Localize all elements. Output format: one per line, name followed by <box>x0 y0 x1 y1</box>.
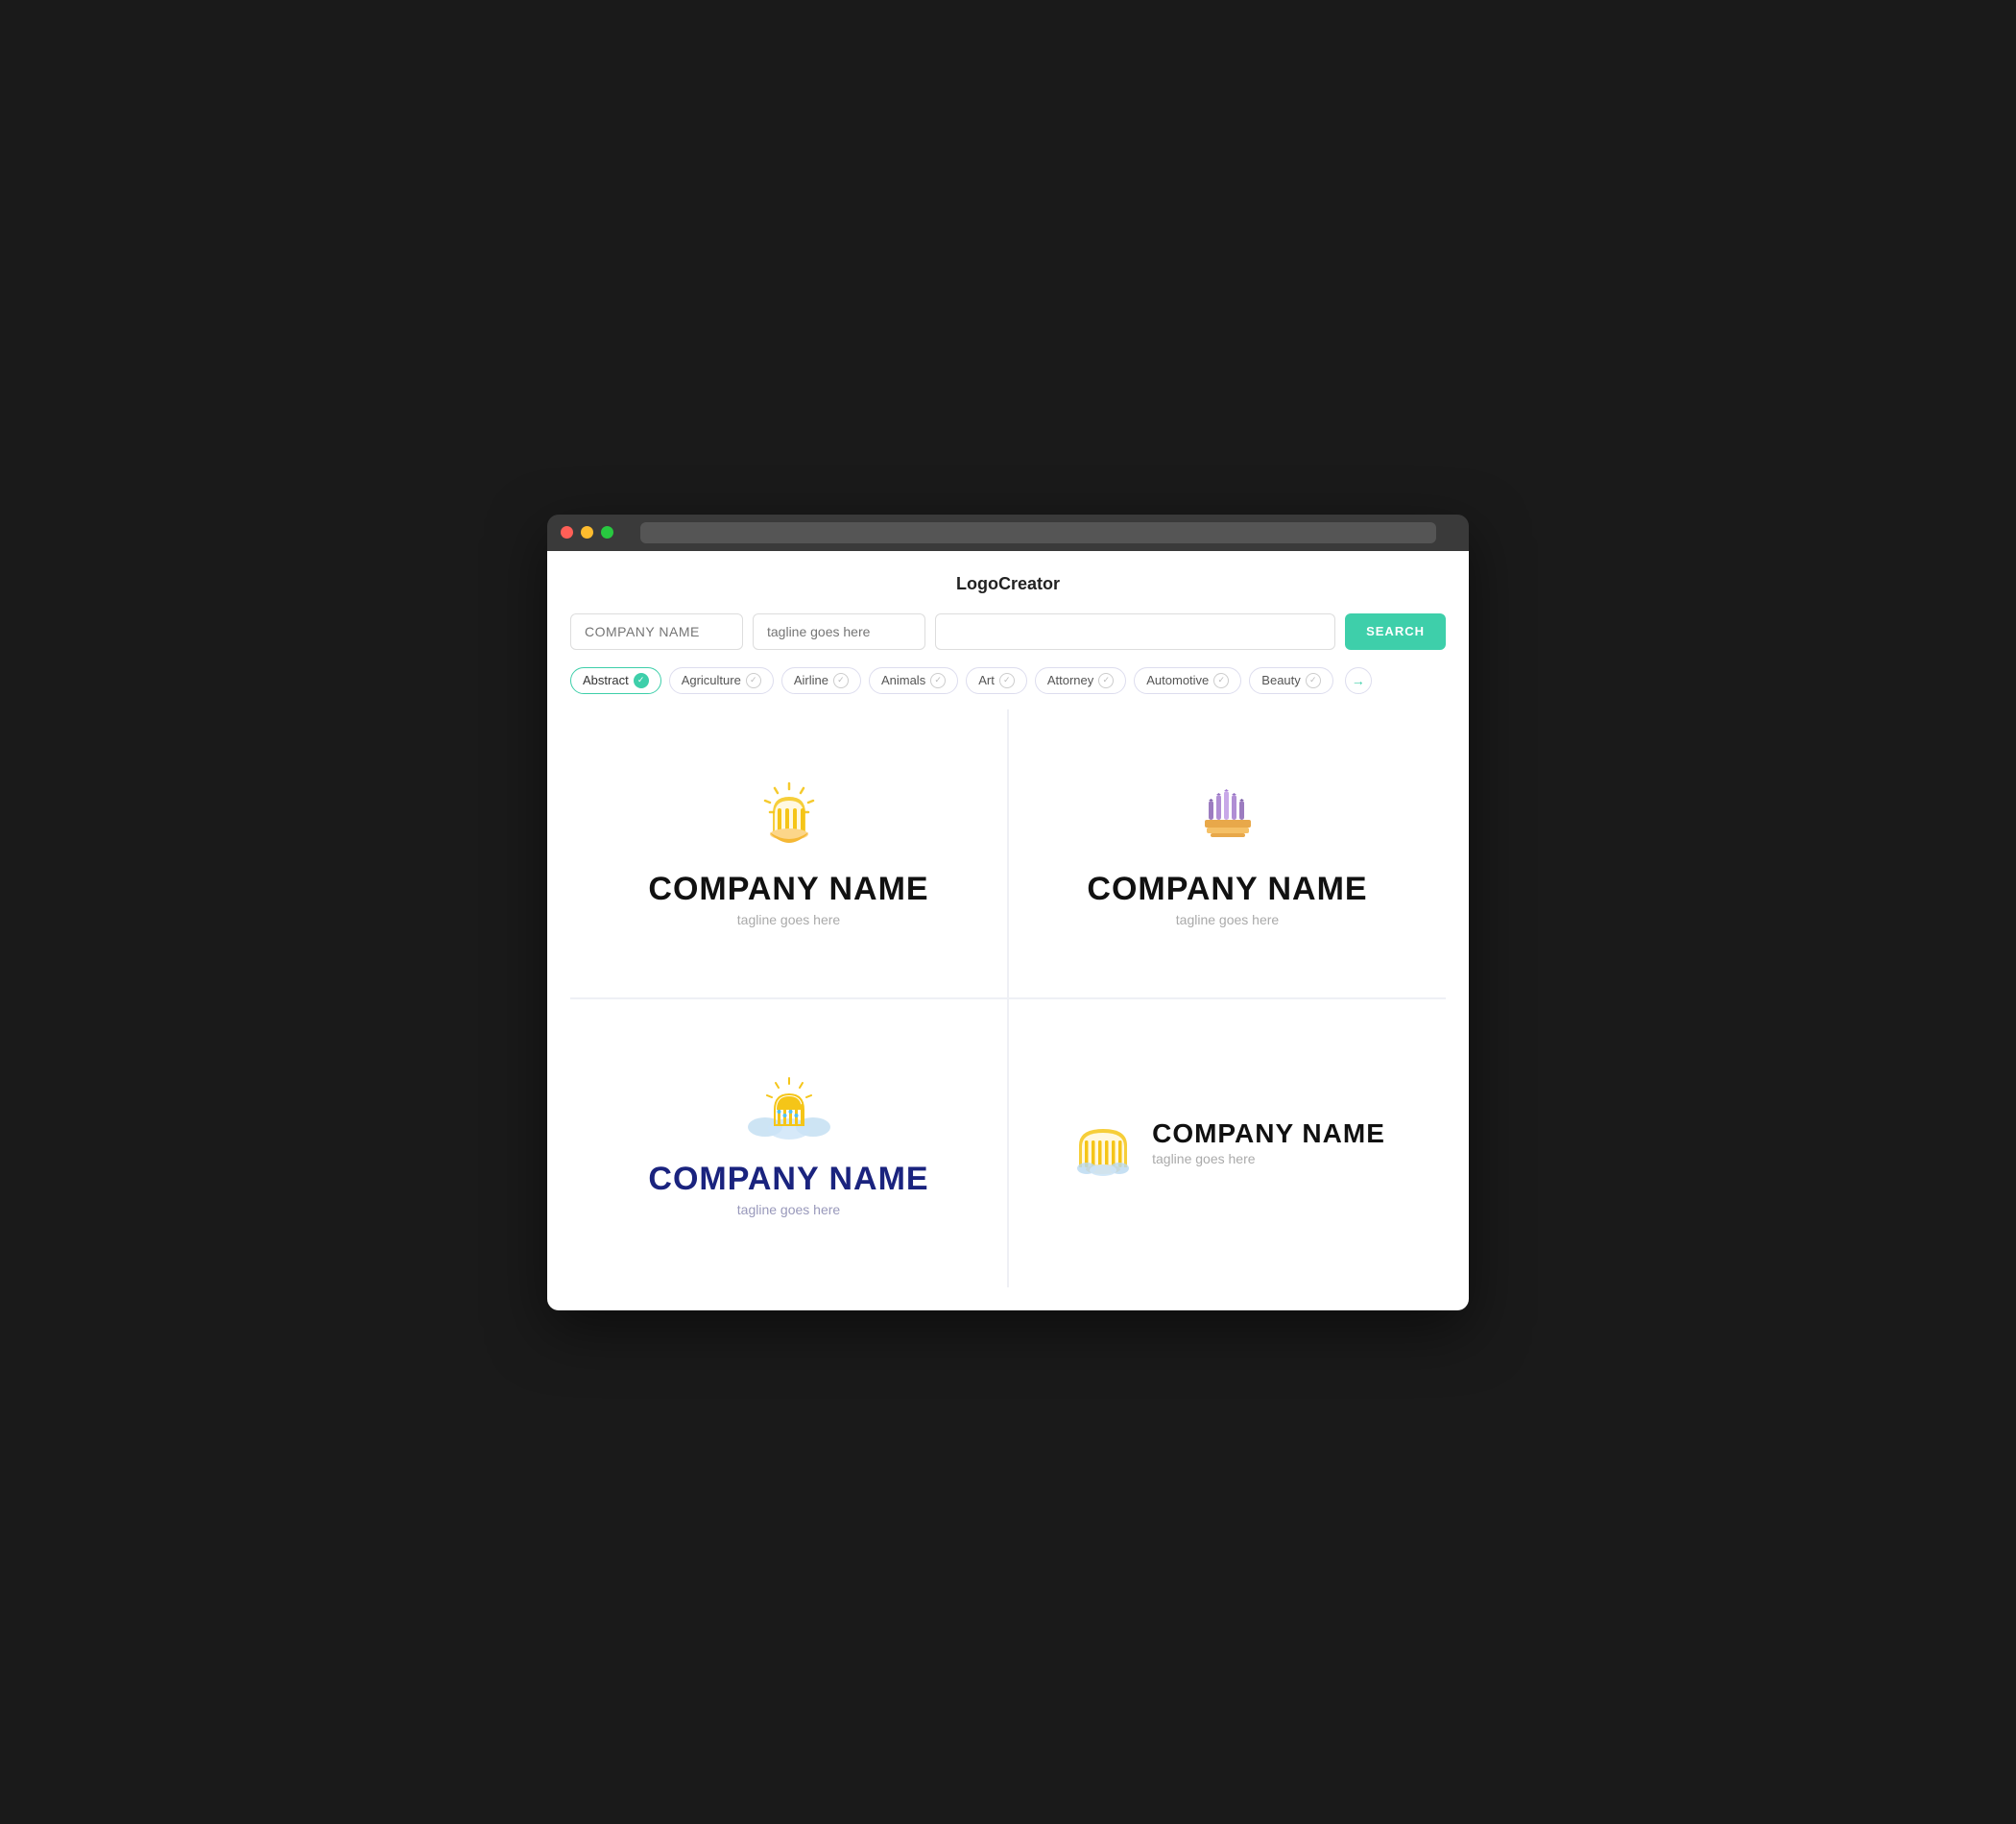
filter-art-check <box>999 673 1015 688</box>
search-button[interactable]: SEARCH <box>1345 613 1446 650</box>
filter-attorney-label: Attorney <box>1047 673 1093 687</box>
logo-icon-3 <box>746 1069 832 1151</box>
filter-automotive[interactable]: Automotive <box>1134 667 1241 694</box>
logo-card-3[interactable]: COMPANY NAME tagline goes here <box>570 999 1007 1287</box>
logo-grid: COMPANY NAME tagline goes here <box>570 709 1446 1287</box>
filter-agriculture-check <box>746 673 761 688</box>
filter-airline-check <box>833 673 849 688</box>
filter-abstract-check <box>634 673 649 688</box>
titlebar <box>547 515 1469 551</box>
filter-art-label: Art <box>978 673 995 687</box>
logo3-company-name: COMPANY NAME <box>648 1161 928 1198</box>
logo1-company-name: COMPANY NAME <box>648 871 928 908</box>
filter-abstract[interactable]: Abstract <box>570 667 661 694</box>
filter-next-button[interactable]: → <box>1345 667 1372 694</box>
company-name-input[interactable] <box>570 613 743 650</box>
logo-icon-4 <box>1069 1115 1137 1172</box>
filter-beauty-label: Beauty <box>1261 673 1300 687</box>
filter-attorney[interactable]: Attorney <box>1035 667 1126 694</box>
app-body: LogoCreator SEARCH Abstract Agriculture … <box>547 551 1469 1310</box>
filter-automotive-check <box>1213 673 1229 688</box>
logo3-tagline: tagline goes here <box>737 1202 840 1217</box>
app-title: LogoCreator <box>570 574 1446 594</box>
filter-attorney-check <box>1098 673 1114 688</box>
minimize-button[interactable] <box>581 526 593 539</box>
filter-agriculture[interactable]: Agriculture <box>669 667 774 694</box>
search-bar: SEARCH <box>570 613 1446 650</box>
filter-airline-label: Airline <box>794 673 828 687</box>
logo2-tagline: tagline goes here <box>1176 912 1279 927</box>
filter-animals-check <box>930 673 946 688</box>
filter-automotive-label: Automotive <box>1146 673 1209 687</box>
logo2-company-name: COMPANY NAME <box>1087 871 1367 908</box>
address-bar <box>640 522 1436 543</box>
logo4-company-name: COMPANY NAME <box>1152 1120 1385 1147</box>
logo4-tagline: tagline goes here <box>1152 1151 1385 1166</box>
filter-animals[interactable]: Animals <box>869 667 958 694</box>
filter-animals-label: Animals <box>881 673 925 687</box>
filter-bar: Abstract Agriculture Airline Animals Art… <box>570 667 1446 694</box>
logo-icon-2 <box>1189 780 1266 861</box>
filter-beauty-check <box>1306 673 1321 688</box>
logo-card-1[interactable]: COMPANY NAME tagline goes here <box>570 709 1007 997</box>
logo-icon-1 <box>746 780 832 861</box>
filter-art[interactable]: Art <box>966 667 1027 694</box>
filter-agriculture-label: Agriculture <box>682 673 741 687</box>
filter-abstract-label: Abstract <box>583 673 629 687</box>
close-button[interactable] <box>561 526 573 539</box>
filter-airline[interactable]: Airline <box>781 667 861 694</box>
app-window: LogoCreator SEARCH Abstract Agriculture … <box>547 515 1469 1310</box>
maximize-button[interactable] <box>601 526 613 539</box>
logo1-tagline: tagline goes here <box>737 912 840 927</box>
keyword-input[interactable] <box>935 613 1335 650</box>
filter-beauty[interactable]: Beauty <box>1249 667 1332 694</box>
logo-card-2[interactable]: COMPANY NAME tagline goes here <box>1009 709 1446 997</box>
logo-card-4[interactable]: COMPANY NAME tagline goes here <box>1009 999 1446 1287</box>
tagline-input[interactable] <box>753 613 925 650</box>
logo4-text-group: COMPANY NAME tagline goes here <box>1152 1120 1385 1166</box>
